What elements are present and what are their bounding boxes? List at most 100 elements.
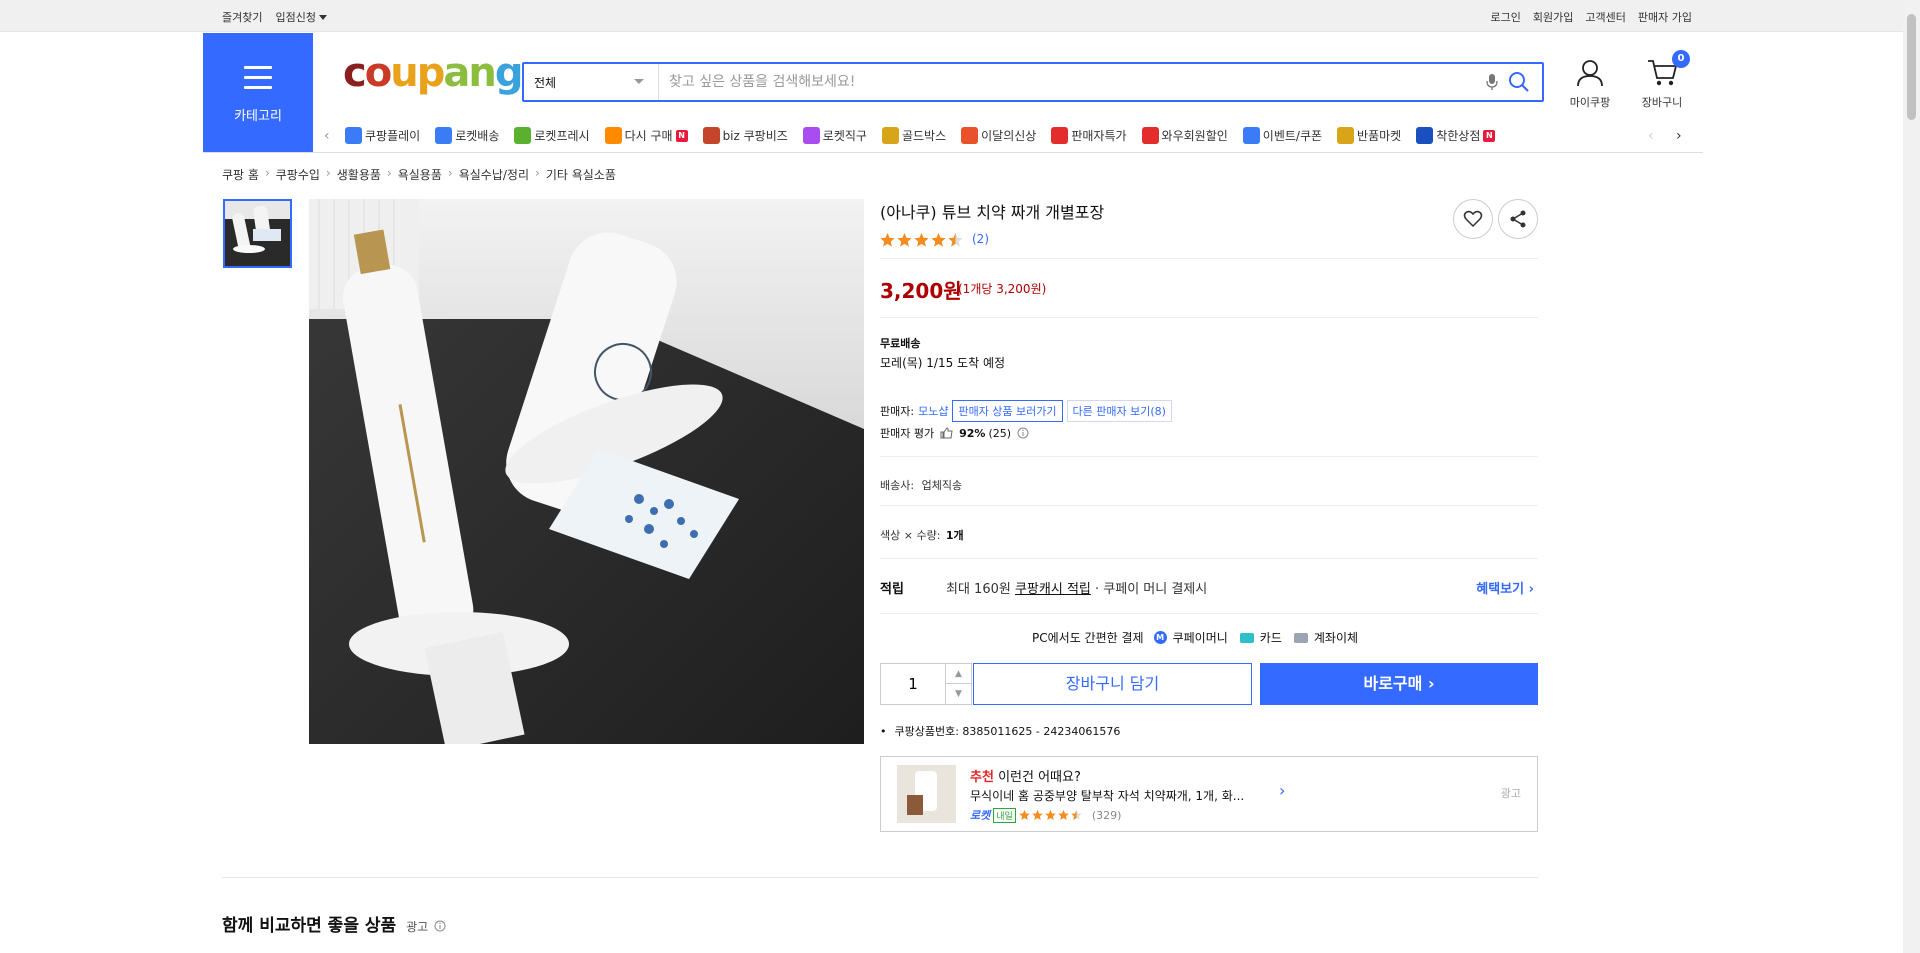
breadcrumb-item[interactable]: 욕실수납/정리 (459, 166, 529, 183)
info-icon[interactable] (434, 920, 446, 932)
nav-item[interactable]: 이벤트/쿠폰 (1242, 122, 1323, 149)
chevron-left-icon[interactable]: ‹ (324, 128, 330, 144)
nav-item-label: 다시 구매 (624, 129, 673, 143)
breadcrumb-item[interactable]: 쿠팡 홈 (222, 166, 259, 183)
benefits-link[interactable]: 혜택보기 › (1476, 578, 1534, 597)
add-to-cart-button[interactable]: 장바구니 담기 (973, 663, 1252, 705)
nav-item-label: 와우회원할인 (1161, 129, 1228, 143)
breadcrumb-item[interactable]: 쿠팡수입 (276, 166, 320, 183)
product-thumbnail[interactable] (223, 199, 292, 268)
nav-item-label: 로켓직구 (822, 129, 867, 143)
customer-center-link[interactable]: 고객센터 (1585, 9, 1625, 25)
nav-item[interactable]: 와우회원할인 (1141, 122, 1228, 149)
wishlist-button[interactable] (1453, 199, 1493, 239)
nav-item[interactable]: 쿠팡플레이 (345, 122, 420, 149)
my-coupang-button[interactable]: 마이쿠팡 (1562, 58, 1618, 110)
seller-products-button[interactable]: 판매자 상품 보러가기 (952, 400, 1063, 422)
header-divider (203, 152, 1703, 153)
tomorrow-badge: 내일 (993, 807, 1016, 823)
cash-condition: · 쿠페이 머니 결제시 (1095, 582, 1208, 597)
payment-title: PC에서도 간편한 결제 (1032, 631, 1144, 645)
seller-entry-label: 입점신청 (275, 11, 316, 24)
nav-item[interactable]: biz 쿠팡비즈 (702, 122, 788, 149)
recommendation-rating-count: (329) (1091, 808, 1122, 822)
recommendation-meta: 로켓 내일 (329) (970, 807, 1121, 823)
nav-item[interactable]: 로켓프레시 (514, 122, 590, 149)
breadcrumb: 쿠팡 홈 › 쿠팡수입 › 생활용품 › 욕실용품 › 욕실수납/정리 › 기타 욕실소품 (222, 166, 616, 183)
nav-item[interactable]: 반품마켓 (1337, 122, 1401, 149)
sale-price: 3,200원 (880, 279, 962, 303)
breadcrumb-item[interactable]: 기타 욕실소품 (546, 166, 616, 183)
breadcrumb-separator-icon: › (535, 166, 540, 180)
bank-transfer-icon (1293, 632, 1308, 643)
user-icon (1577, 60, 1603, 87)
star-fill-icon (897, 233, 912, 247)
coupang-logo[interactable]: coupang (343, 53, 523, 93)
share-button[interactable] (1498, 199, 1538, 239)
seller-name-link[interactable]: 모노샵 (918, 403, 948, 419)
increase-quantity-icon[interactable]: ▲ (945, 664, 971, 684)
signup-link[interactable]: 회원가입 (1533, 9, 1573, 25)
chevron-down-icon (634, 79, 644, 84)
recommendation-card[interactable]: 추천 이런건 어때요? 무식이네 홈 공중부양 탈부착 자석 치약짜개, 1개,… (880, 756, 1538, 832)
nav-item[interactable]: 착한상점 N (1416, 122, 1496, 149)
heart-icon (1463, 210, 1483, 228)
new-badge: N (1483, 129, 1496, 142)
recommendation-rating-stars (1019, 810, 1082, 820)
nav-item[interactable]: 다시 구매 N (604, 122, 688, 149)
nav-item-label: 골드박스 (901, 129, 947, 143)
buy-now-button[interactable]: 바로구매 › (1260, 663, 1538, 705)
cash-link[interactable]: 쿠팡캐시 적립 (1015, 582, 1091, 597)
seller-row: 판매자: 모노샵 판매자 상품 보러가기 다른 판매자 보기(8) (880, 400, 1172, 422)
page-scrollbar[interactable] (1903, 0, 1920, 953)
search-input[interactable] (669, 64, 1449, 100)
recommendation-item-name: 무식이네 홈 공중부양 탈부착 자석 치약짜개, 1개, 화... (970, 789, 1245, 803)
divider (880, 613, 1538, 614)
star-fill-icon (1019, 810, 1030, 820)
cash-amount: 최대 160원 (946, 582, 1011, 597)
breadcrumb-separator-icon: › (447, 166, 453, 180)
cart-button[interactable]: 0 장바구니 (1634, 50, 1690, 110)
chevron-right-icon[interactable]: › (1279, 781, 1285, 800)
quantity-input[interactable] (882, 665, 944, 703)
seller-entry-link[interactable]: 입점신청 (275, 9, 327, 25)
review-count-link[interactable]: (2) (972, 232, 989, 246)
chevron-right-icon[interactable]: › (1676, 128, 1682, 144)
bookmark-link[interactable]: 즐겨찾기 (222, 9, 262, 25)
my-coupang-label: 마이쿠팡 (1569, 96, 1611, 109)
nav-item[interactable]: 골드박스 (881, 122, 947, 149)
seller-rating-label: 판매자 평가 (880, 427, 935, 440)
recommendation-tag: 추천 (970, 770, 994, 785)
buy-now-label: 바로구매 (1363, 674, 1423, 693)
scrollbar-thumb[interactable] (1907, 14, 1916, 120)
seller-rating-count: (25) (988, 426, 1012, 440)
login-link[interactable]: 로그인 (1491, 9, 1521, 25)
product-main-image[interactable] (309, 199, 864, 744)
payment-methods: PC에서도 간편한 결제 M 쿠페이머니 카드 계좌이체 (1032, 629, 1358, 646)
seller-signup-link[interactable]: 판매자 가입 (1638, 9, 1692, 25)
nav-item[interactable]: 로켓직구 (802, 122, 867, 149)
rating-stars (880, 232, 968, 248)
nav-item[interactable]: 이달의신상 (961, 122, 1036, 149)
chevron-left-icon[interactable]: ‹ (1648, 128, 1654, 144)
breadcrumb-item[interactable]: 욕실용품 (398, 166, 442, 183)
nav-item-icon (1337, 127, 1355, 144)
category-menu-button[interactable]: 카테고리 (203, 33, 313, 152)
seller-rating-row: 판매자 평가 92% (25) (880, 425, 1029, 441)
nav-item-icon (702, 127, 720, 144)
breadcrumb-item[interactable]: 생활용품 (337, 166, 381, 183)
nav-item-label: 착한상점 (1436, 129, 1481, 143)
recommendation-heading: 추천 이런건 어때요? (970, 766, 1081, 785)
info-icon[interactable] (1017, 427, 1029, 439)
other-sellers-button[interactable]: 다른 판매자 보기(8) (1066, 400, 1172, 422)
nav-item[interactable]: 판매자특가 (1051, 122, 1127, 149)
nav-item-icon (1051, 127, 1069, 144)
microphone-icon[interactable] (1486, 73, 1498, 94)
search-icon[interactable] (1508, 71, 1530, 96)
nav-item[interactable]: 로켓배송 (435, 122, 499, 149)
nav-item-label: 이벤트/쿠폰 (1262, 129, 1323, 143)
carrier-row: 배송사: 업체직송 (880, 477, 962, 493)
decrease-quantity-icon[interactable]: ▼ (945, 684, 971, 704)
search-scope-select[interactable]: 전체 (524, 64, 659, 100)
star-fill-icon (914, 233, 929, 247)
